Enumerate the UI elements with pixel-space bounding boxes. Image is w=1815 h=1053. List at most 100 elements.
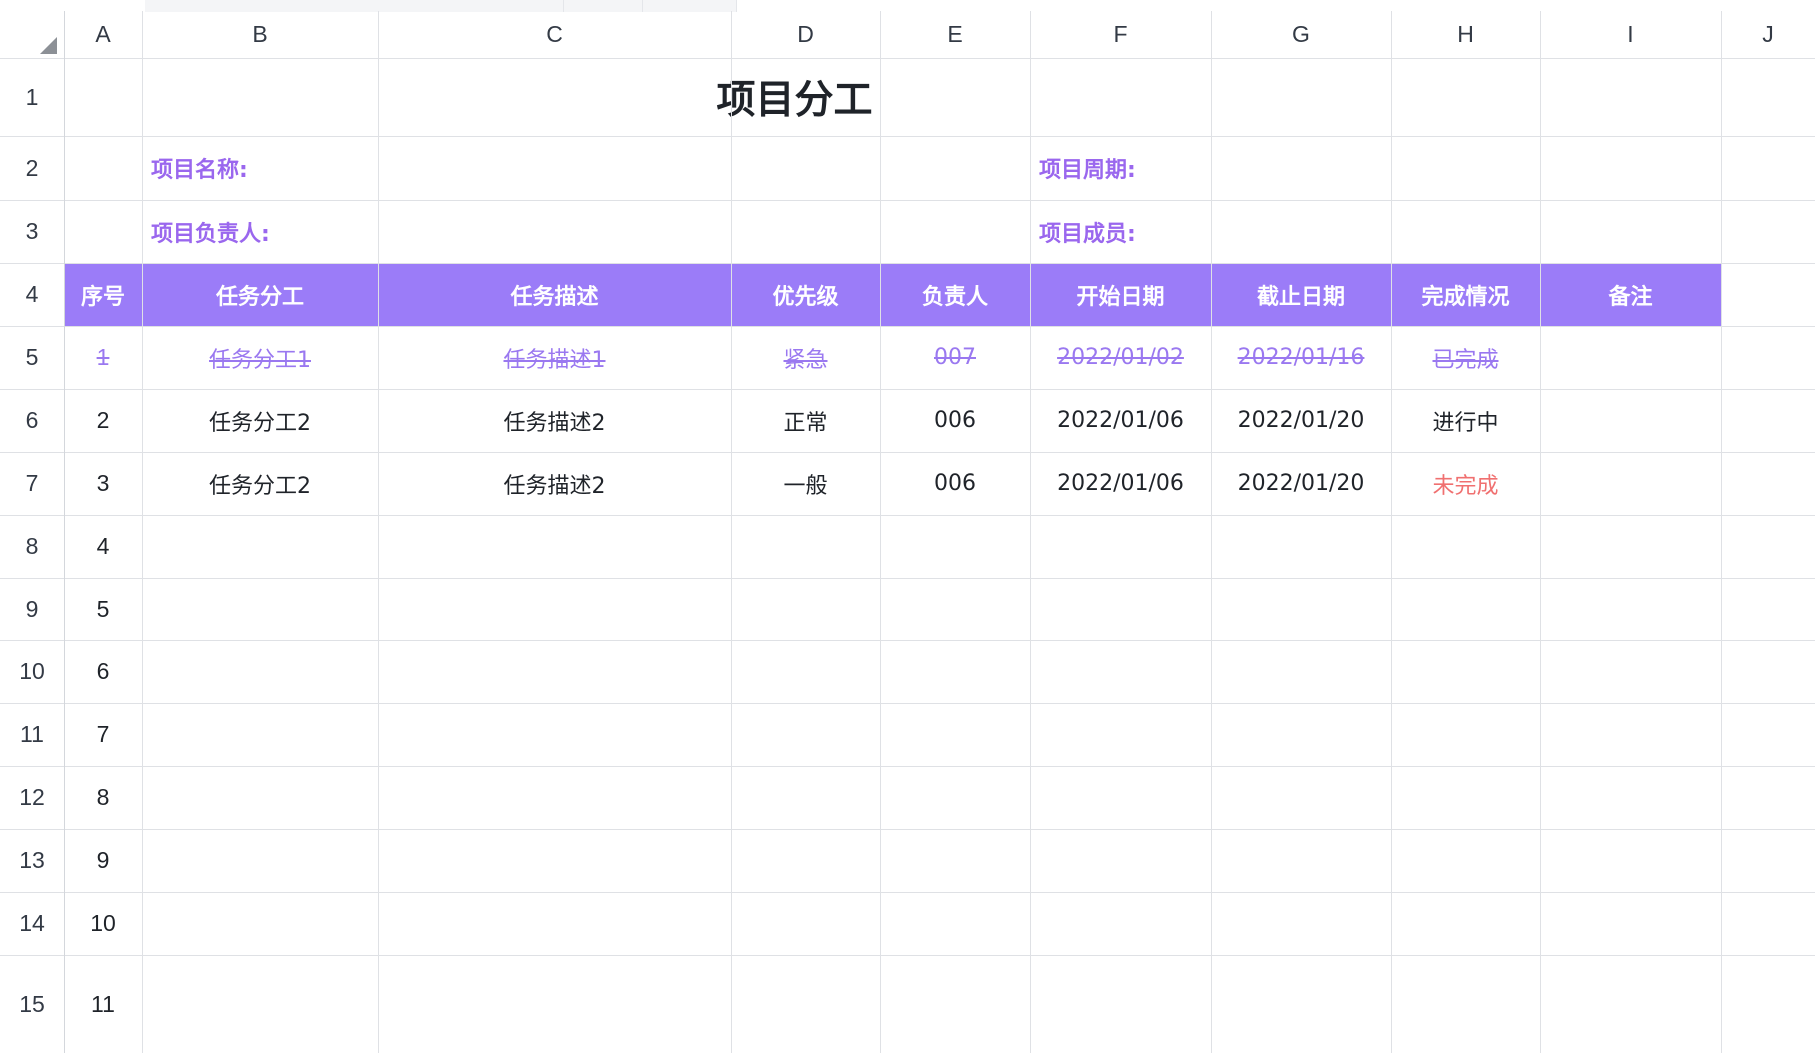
- cell-status[interactable]: [1391, 829, 1540, 892]
- cell-status[interactable]: [1391, 766, 1540, 829]
- cell-desc[interactable]: [378, 829, 731, 892]
- cell-start-date[interactable]: 2022/01/06: [1030, 452, 1211, 515]
- table-header-desc[interactable]: 任务描述: [378, 263, 731, 326]
- select-all-corner[interactable]: [40, 37, 57, 54]
- column-header-j[interactable]: J: [1721, 11, 1815, 58]
- cell-end-date[interactable]: 2022/01/16: [1211, 326, 1391, 389]
- cell-status[interactable]: [1391, 703, 1540, 766]
- cell-note[interactable]: [1540, 892, 1721, 955]
- row-header-10[interactable]: 10: [0, 640, 64, 703]
- cell-task[interactable]: [142, 640, 378, 703]
- cell-desc[interactable]: [378, 640, 731, 703]
- cell-priority[interactable]: 紧急: [731, 326, 880, 389]
- cell-note[interactable]: [1540, 452, 1721, 515]
- cell-seq[interactable]: 7: [64, 703, 142, 766]
- cell-seq[interactable]: 10: [64, 892, 142, 955]
- cell-end-date[interactable]: 2022/01/20: [1211, 452, 1391, 515]
- cell-priority[interactable]: [731, 766, 880, 829]
- cell-status[interactable]: [1391, 578, 1540, 640]
- cell-desc[interactable]: [378, 766, 731, 829]
- cell-status[interactable]: 已完成: [1391, 326, 1540, 389]
- cell-note[interactable]: [1540, 515, 1721, 578]
- cell-task[interactable]: [142, 766, 378, 829]
- cell-note[interactable]: [1540, 389, 1721, 452]
- cell-owner[interactable]: [880, 766, 1030, 829]
- table-header-start-date[interactable]: 开始日期: [1030, 263, 1211, 326]
- cell-start-date[interactable]: 2022/01/06: [1030, 389, 1211, 452]
- cell-end-date[interactable]: [1211, 515, 1391, 578]
- project-name-label[interactable]: 项目名称:: [142, 136, 438, 200]
- cell-start-date[interactable]: 2022/01/02: [1030, 326, 1211, 389]
- cell-end-date[interactable]: [1211, 955, 1391, 1053]
- cell-owner[interactable]: [880, 955, 1030, 1053]
- cell-start-date[interactable]: [1030, 766, 1211, 829]
- cell-owner[interactable]: 006: [880, 452, 1030, 515]
- cell-task[interactable]: 任务分工2: [142, 389, 378, 452]
- cell-seq[interactable]: 2: [64, 389, 142, 452]
- row-header-3[interactable]: 3: [0, 200, 64, 263]
- cell-desc[interactable]: [378, 578, 731, 640]
- table-header-note[interactable]: 备注: [1540, 263, 1721, 326]
- column-header-f[interactable]: F: [1030, 11, 1211, 58]
- column-header-e[interactable]: E: [880, 11, 1030, 58]
- cell-priority[interactable]: [731, 703, 880, 766]
- cell-seq[interactable]: 1: [64, 326, 142, 389]
- cell-owner[interactable]: [880, 703, 1030, 766]
- table-header-seq[interactable]: 序号: [64, 263, 142, 326]
- column-header-b[interactable]: B: [142, 11, 378, 58]
- column-header-i[interactable]: I: [1540, 11, 1721, 58]
- cell-status[interactable]: [1391, 892, 1540, 955]
- cell-note[interactable]: [1540, 578, 1721, 640]
- cell-seq[interactable]: 9: [64, 829, 142, 892]
- row-header-9[interactable]: 9: [0, 578, 64, 640]
- row-header-15[interactable]: 15: [0, 955, 64, 1053]
- cell-priority[interactable]: [731, 578, 880, 640]
- cell-seq[interactable]: 11: [64, 955, 142, 1053]
- cell-start-date[interactable]: [1030, 892, 1211, 955]
- cell-priority[interactable]: [731, 640, 880, 703]
- cell-note[interactable]: [1540, 703, 1721, 766]
- cell-owner[interactable]: [880, 515, 1030, 578]
- cell-note[interactable]: [1540, 766, 1721, 829]
- row-header-12[interactable]: 12: [0, 766, 64, 829]
- cell-task[interactable]: 任务分工2: [142, 452, 378, 515]
- cell-end-date[interactable]: [1211, 829, 1391, 892]
- row-header-2[interactable]: 2: [0, 136, 64, 200]
- table-header-owner[interactable]: 负责人: [880, 263, 1030, 326]
- cell-owner[interactable]: [880, 829, 1030, 892]
- cell-note[interactable]: [1540, 829, 1721, 892]
- cell-end-date[interactable]: [1211, 766, 1391, 829]
- row-header-13[interactable]: 13: [0, 829, 64, 892]
- row-header-6[interactable]: 6: [0, 389, 64, 452]
- cell-start-date[interactable]: [1030, 829, 1211, 892]
- cell-task[interactable]: [142, 829, 378, 892]
- cell-start-date[interactable]: [1030, 515, 1211, 578]
- cell-priority[interactable]: [731, 892, 880, 955]
- project-members-label[interactable]: 项目成员:: [1030, 200, 1251, 263]
- cell-priority[interactable]: [731, 829, 880, 892]
- cell-task[interactable]: [142, 892, 378, 955]
- row-header-7[interactable]: 7: [0, 452, 64, 515]
- cell-note[interactable]: [1540, 326, 1721, 389]
- cell-seq[interactable]: 5: [64, 578, 142, 640]
- cell-start-date[interactable]: [1030, 955, 1211, 1053]
- column-header-d[interactable]: D: [731, 11, 880, 58]
- row-header-14[interactable]: 14: [0, 892, 64, 955]
- cell-start-date[interactable]: [1030, 640, 1211, 703]
- cell-status[interactable]: 进行中: [1391, 389, 1540, 452]
- table-header-task[interactable]: 任务分工: [142, 263, 378, 326]
- cell-note[interactable]: [1540, 640, 1721, 703]
- cell-status[interactable]: [1391, 640, 1540, 703]
- table-header-end-date[interactable]: 截止日期: [1211, 263, 1391, 326]
- cell-desc[interactable]: [378, 955, 731, 1053]
- cell-owner[interactable]: 006: [880, 389, 1030, 452]
- cell-end-date[interactable]: [1211, 578, 1391, 640]
- row-header-11[interactable]: 11: [0, 703, 64, 766]
- cell-end-date[interactable]: [1211, 640, 1391, 703]
- column-header-c[interactable]: C: [378, 11, 731, 58]
- cell-priority[interactable]: [731, 955, 880, 1053]
- cell-desc[interactable]: 任务描述2: [378, 452, 731, 515]
- cell-owner[interactable]: 007: [880, 326, 1030, 389]
- column-header-a[interactable]: A: [64, 11, 142, 58]
- cell-task[interactable]: [142, 515, 378, 578]
